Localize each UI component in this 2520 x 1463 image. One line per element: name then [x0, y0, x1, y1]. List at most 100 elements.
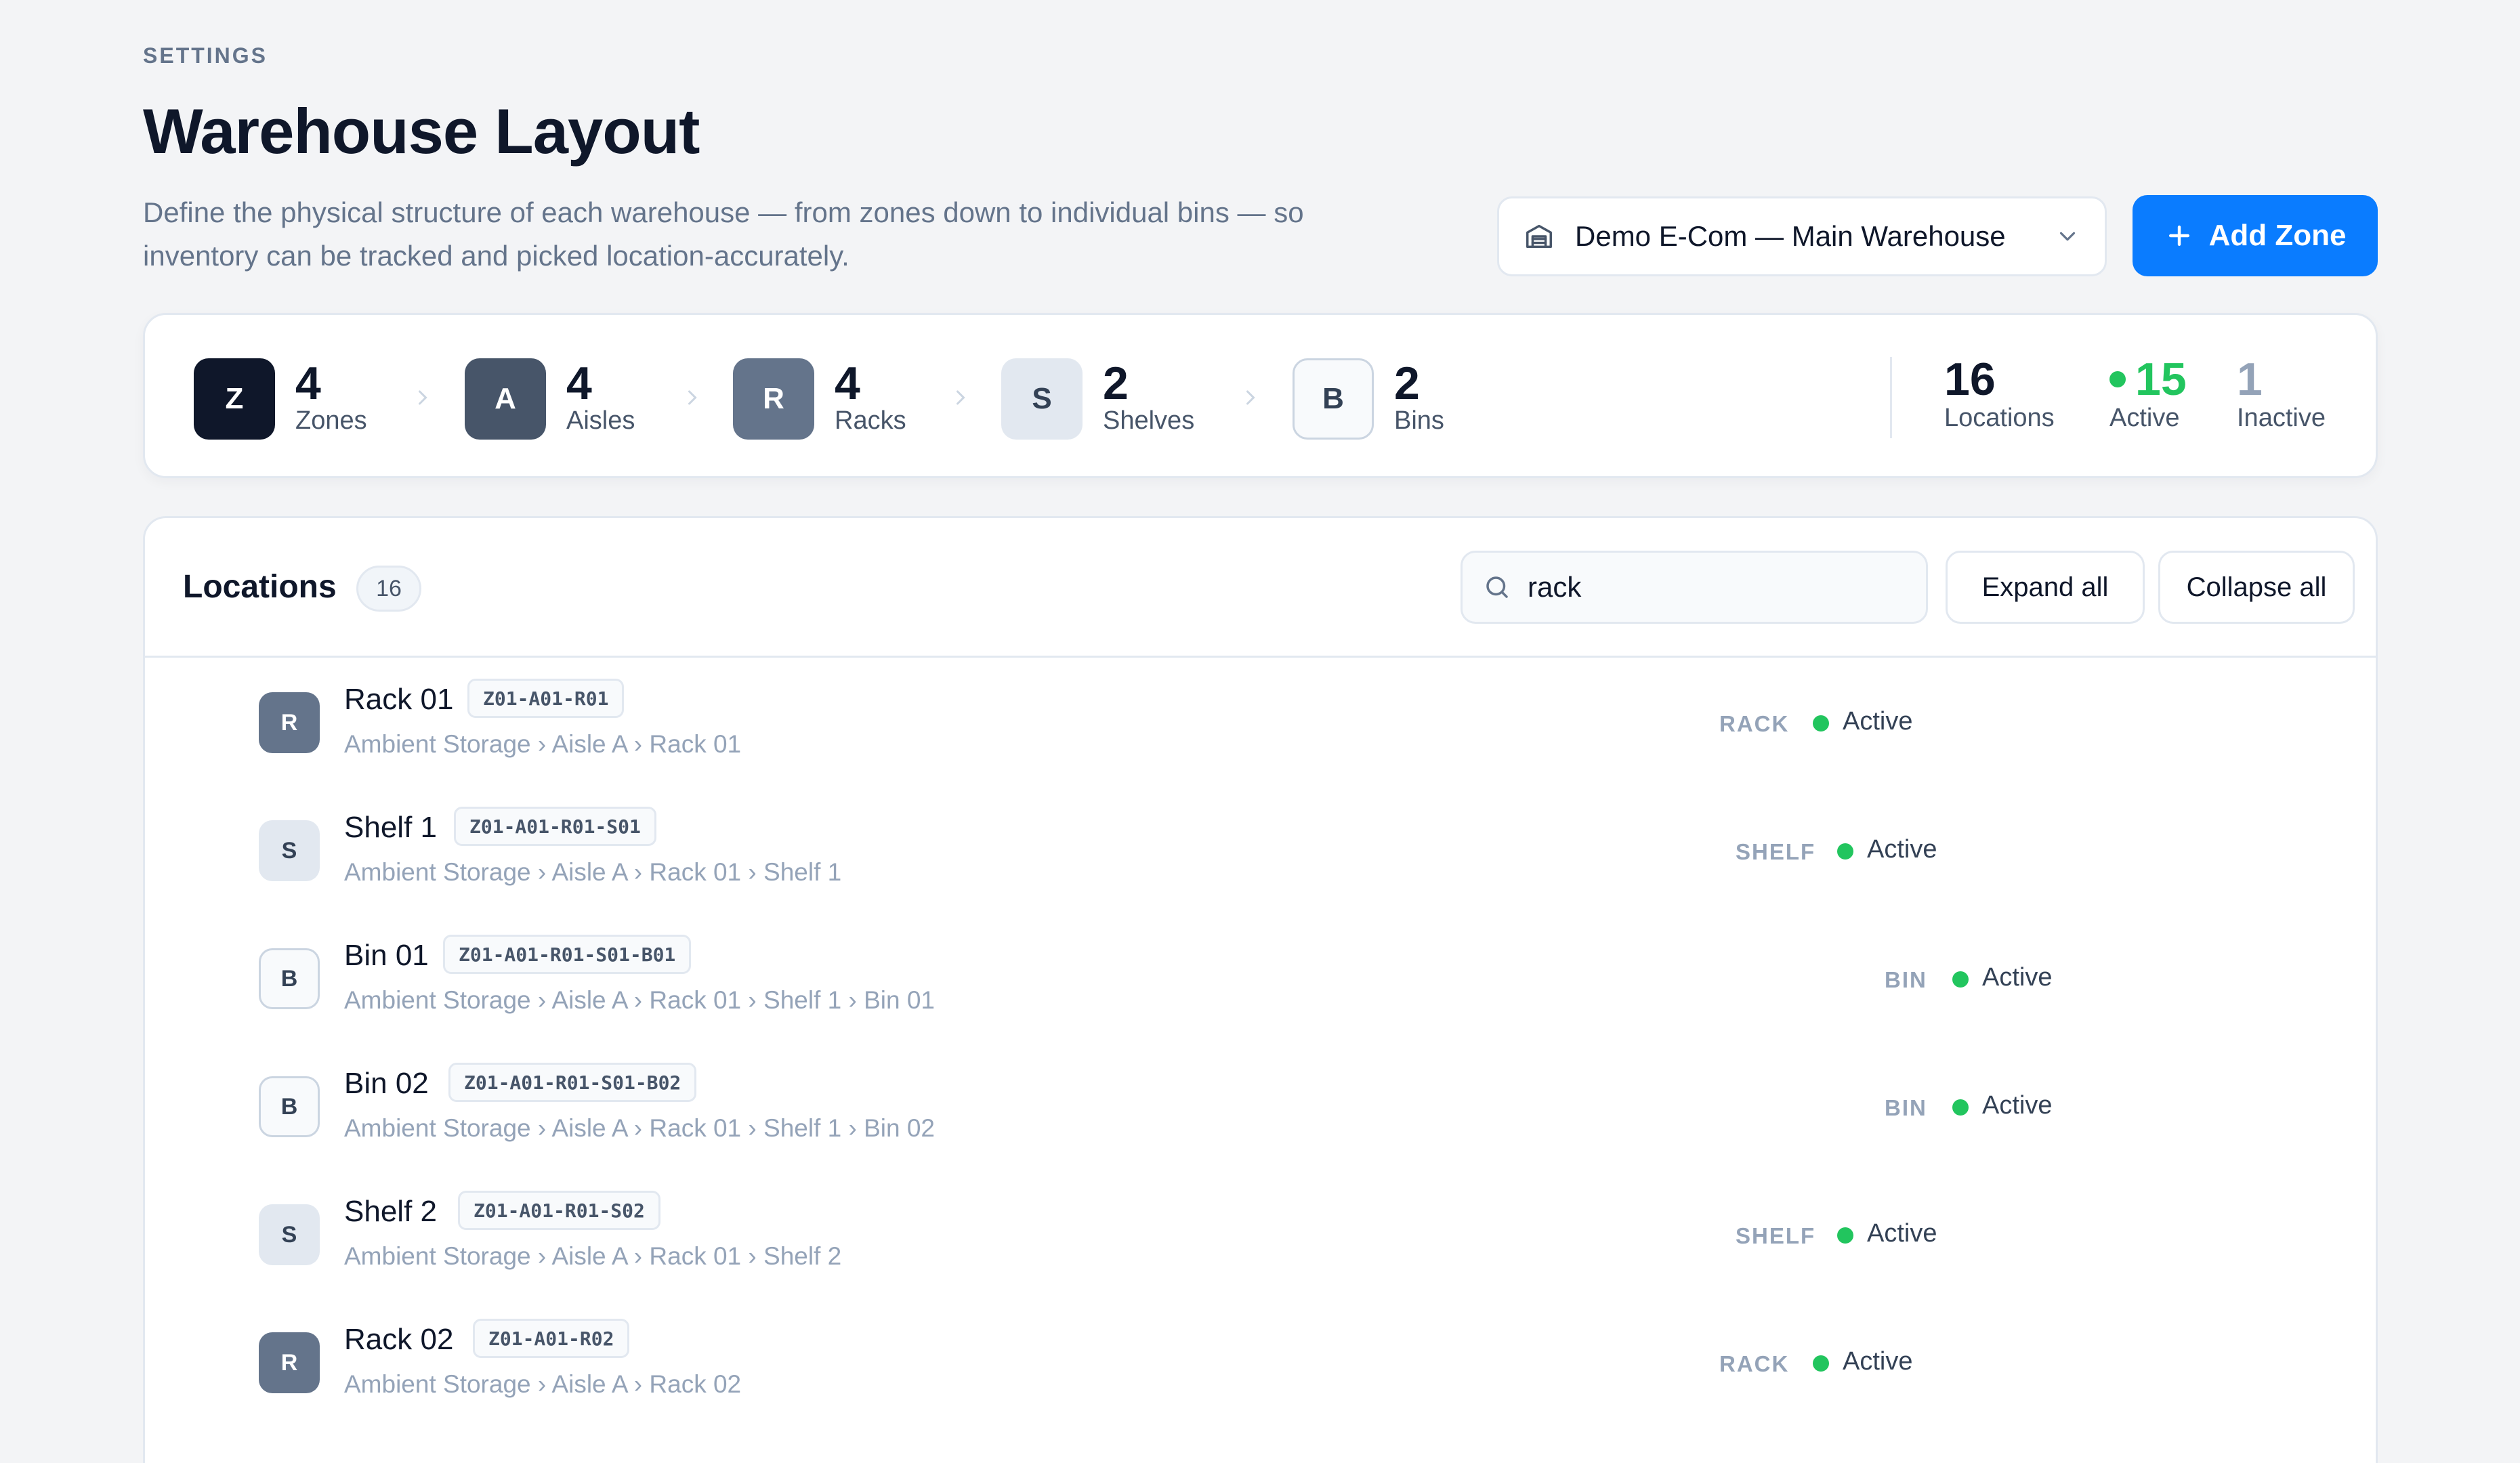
shelves-count: 2 — [1103, 358, 1129, 409]
status-dot — [1813, 1355, 1829, 1372]
location-path: Ambient Storage › Aisle A › Rack 02 — [344, 1370, 742, 1398]
status-label: Active — [1867, 835, 1937, 864]
warehouse-select-value: Demo E-Com — Main Warehouse — [1575, 220, 2006, 252]
location-path: Ambient Storage › Aisle A › Rack 01 › Sh… — [344, 1242, 842, 1270]
racks-label: Racks — [835, 406, 906, 435]
location-name: Bin 01 — [344, 939, 429, 972]
location-name: Rack 01 — [344, 683, 454, 716]
total-inactive: 1 Inactive — [2237, 354, 2326, 434]
location-code: Z01-A01-R01-S02 — [458, 1191, 660, 1230]
add-zone-button[interactable]: Add Zone — [2133, 195, 2378, 276]
status-dot — [1952, 1099, 1969, 1116]
location-row[interactable]: R Rack 02 Z01-A01-R02 Ambient Storage › … — [145, 1300, 2376, 1428]
location-type: SHELF — [1736, 1223, 1816, 1248]
status-label: Active — [1843, 1347, 1913, 1376]
zone-badge: Z — [194, 358, 275, 440]
location-row[interactable]: R Rack 01 Z01-A01-R01 Ambient Storage › … — [145, 660, 2376, 788]
location-type: BIN — [1885, 967, 1927, 992]
level-shelves: S 2 Shelves — [1001, 358, 1194, 440]
chevron-right-icon — [680, 385, 705, 410]
locations-count-badge: 16 — [356, 566, 421, 612]
aisles-count: 4 — [566, 358, 592, 409]
add-zone-label: Add Zone — [2208, 219, 2347, 252]
locations-title: Locations — [183, 569, 337, 605]
total-active-label: Active — [2109, 404, 2180, 432]
bins-label: Bins — [1394, 406, 1444, 435]
location-name: Shelf 1 — [344, 811, 437, 844]
total-inactive-label: Inactive — [2237, 404, 2326, 432]
location-name: Shelf 2 — [344, 1195, 437, 1228]
bin-badge: B — [259, 1076, 320, 1137]
level-bins: B 2 Bins — [1293, 358, 1444, 440]
location-path: Ambient Storage › Aisle A › Rack 01 › Sh… — [344, 858, 842, 886]
status-dot — [1813, 715, 1829, 732]
location-type: RACK — [1719, 711, 1790, 736]
summary-divider — [1890, 357, 1892, 438]
location-row[interactable]: S Shelf 1 Z01-A01-R01-S01 Ambient Storag… — [145, 788, 2376, 916]
racks-count: 4 — [835, 358, 860, 409]
warehouse-select[interactable]: Demo E-Com — Main Warehouse — [1497, 196, 2107, 276]
chevron-down-icon — [2055, 224, 2080, 249]
shelf-badge: S — [1001, 358, 1083, 440]
chevron-right-icon — [1238, 385, 1263, 410]
location-path: Ambient Storage › Aisle A › Rack 01 › Sh… — [344, 986, 935, 1014]
plus-icon — [2164, 221, 2194, 251]
level-racks: R 4 Racks — [733, 358, 906, 440]
rack-badge: R — [259, 692, 320, 753]
location-path: Ambient Storage › Aisle A › Rack 01 — [344, 730, 742, 758]
page-subtitle: Define the physical structure of each wa… — [143, 196, 1304, 272]
page-eyebrow: SETTINGS — [143, 43, 268, 68]
location-code: Z01-A01-R01-S01-B01 — [443, 935, 692, 974]
bins-count: 2 — [1394, 358, 1420, 409]
location-row[interactable]: B Bin 02 Z01-A01-R01-S01-B02 Ambient Sto… — [145, 1044, 2376, 1172]
location-path: Ambient Storage › Aisle A › Rack 01 › Sh… — [344, 1114, 935, 1142]
location-row[interactable]: B Bin 01 Z01-A01-R01-S01-B01 Ambient Sto… — [145, 916, 2376, 1044]
total-locations-label: Locations — [1944, 404, 2055, 432]
location-type: BIN — [1885, 1095, 1927, 1120]
total-active: 15 Active — [2109, 354, 2187, 434]
active-dot — [2109, 371, 2126, 387]
level-zones: Z 4 Zones — [194, 358, 367, 440]
total-locations: 16 Locations — [1944, 354, 2055, 434]
search-icon — [1483, 573, 1511, 601]
location-code: Z01-A01-R01-S01-B02 — [448, 1063, 697, 1102]
shelf-badge: S — [259, 820, 320, 881]
collapse-all-button[interactable]: Collapse all — [2158, 551, 2355, 624]
zones-count: 4 — [295, 358, 321, 409]
level-aisles: A 4 Aisles — [465, 358, 635, 440]
expand-all-button[interactable]: Expand all — [1946, 551, 2145, 624]
status-label: Active — [1982, 1091, 2053, 1120]
search-box — [1461, 551, 1928, 624]
rack-badge: R — [733, 358, 814, 440]
zones-label: Zones — [295, 406, 367, 435]
shelves-label: Shelves — [1103, 406, 1195, 435]
locations-header: Locations 16 Expand all Collapse all — [145, 518, 2376, 658]
status-dot — [1952, 971, 1969, 988]
status-dot — [1837, 843, 1853, 860]
bin-badge: B — [259, 948, 320, 1009]
warehouse-icon — [1524, 221, 1555, 252]
status-dot — [1837, 1227, 1853, 1244]
location-type: RACK — [1719, 1351, 1790, 1376]
location-code: Z01-A01-R01 — [467, 679, 625, 718]
search-input[interactable] — [1528, 571, 1906, 603]
total-locations-value: 16 — [1944, 354, 1996, 405]
chevron-right-icon — [948, 385, 973, 410]
shelf-badge: S — [259, 1204, 320, 1265]
location-code: Z01-A01-R02 — [473, 1319, 630, 1358]
total-active-value: 15 — [2135, 354, 2187, 405]
bin-badge: B — [1293, 358, 1374, 440]
locations-card: Locations 16 Expand all Collapse all R R… — [143, 516, 2378, 1463]
location-row[interactable]: S Shelf 2 Z01-A01-R01-S02 Ambient Storag… — [145, 1172, 2376, 1300]
aisles-label: Aisles — [566, 406, 635, 435]
rack-badge: R — [259, 1332, 320, 1393]
status-label: Active — [1867, 1219, 1937, 1248]
hierarchy-summary-card: Z 4 Zones A 4 Aisles R 4 Racks S 2 Shelv… — [143, 313, 2378, 478]
aisle-badge: A — [465, 358, 546, 440]
page-title: Warehouse Layout — [143, 96, 700, 167]
page: SETTINGS Warehouse Layout Define the phy… — [0, 0, 2520, 1463]
location-name: Rack 02 — [344, 1323, 454, 1356]
chevron-right-icon — [411, 385, 435, 410]
location-name: Bin 02 — [344, 1067, 429, 1100]
total-inactive-value: 1 — [2237, 354, 2263, 405]
